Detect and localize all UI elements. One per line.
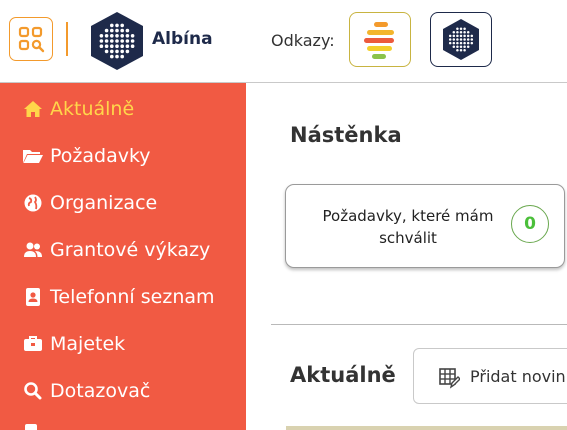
sidebar-item-grantove-vykazy[interactable]: Grantové výkazy xyxy=(22,238,210,262)
add-news-button[interactable]: Přidat novinku xyxy=(413,348,567,404)
pending-approvals-card[interactable]: Požadavky, které mám schválit 0 xyxy=(285,184,565,268)
sidebar-item-majetek[interactable]: Majetek xyxy=(22,332,125,356)
users-icon xyxy=(24,242,42,257)
sidebar-item-next-partial[interactable] xyxy=(25,424,37,430)
sidebar-item-label: Dotazovač xyxy=(50,380,151,402)
globe-icon xyxy=(24,194,42,212)
sidebar-item-dotazovac[interactable]: Dotazovač xyxy=(22,379,150,403)
external-link-tile-1[interactable] xyxy=(349,12,411,67)
sidebar-item-label: Aktuálně xyxy=(50,98,135,120)
folder-open-icon xyxy=(23,150,43,163)
news-item-partial xyxy=(286,426,567,430)
sidebar-item-label: Telefonní seznam xyxy=(50,286,215,308)
sidebar-item-telefonni-seznam[interactable]: Telefonní seznam xyxy=(22,285,215,309)
apps-grid-icon xyxy=(18,26,45,53)
albina-hex-logo-icon xyxy=(443,19,479,60)
external-link-tile-2[interactable] xyxy=(430,12,492,67)
news-section-title: Aktuálně xyxy=(290,363,396,387)
add-news-label: Přidat novinku xyxy=(470,367,567,386)
table-edit-icon xyxy=(439,368,460,389)
sidebar-item-organizace[interactable]: Organizace xyxy=(22,191,157,215)
top-bar: Albína Odkazy: xyxy=(0,0,567,83)
card-label: Požadavky, které mám schválit xyxy=(322,207,494,247)
search-icon xyxy=(24,382,42,400)
page-title: Nástěnka xyxy=(290,123,402,147)
count-badge: 0 xyxy=(511,205,549,243)
links-label: Odkazy: xyxy=(271,31,335,50)
section-divider xyxy=(271,324,567,325)
sidebar-item-label: Organizace xyxy=(50,192,158,214)
sidebar-item-label: Majetek xyxy=(50,333,126,355)
address-card-icon xyxy=(26,288,40,306)
stripes-logo-icon xyxy=(364,22,394,59)
toolbox-icon xyxy=(24,336,42,351)
sidebar-item-label: Grantové výkazy xyxy=(50,239,211,261)
header-separator xyxy=(66,22,68,56)
apps-button[interactable] xyxy=(9,17,53,61)
sidebar-item-aktualne[interactable]: Aktuálně xyxy=(22,97,134,121)
home-icon xyxy=(24,101,42,117)
app-name: Albína xyxy=(152,29,213,49)
albina-logo[interactable] xyxy=(88,10,146,72)
sidebar-item-label: Požadavky xyxy=(50,145,151,167)
sidebar-item-pozadavky[interactable]: Požadavky xyxy=(22,144,151,168)
sidebar: Aktuálně Požadavky Organizace Grantové v… xyxy=(0,83,246,430)
